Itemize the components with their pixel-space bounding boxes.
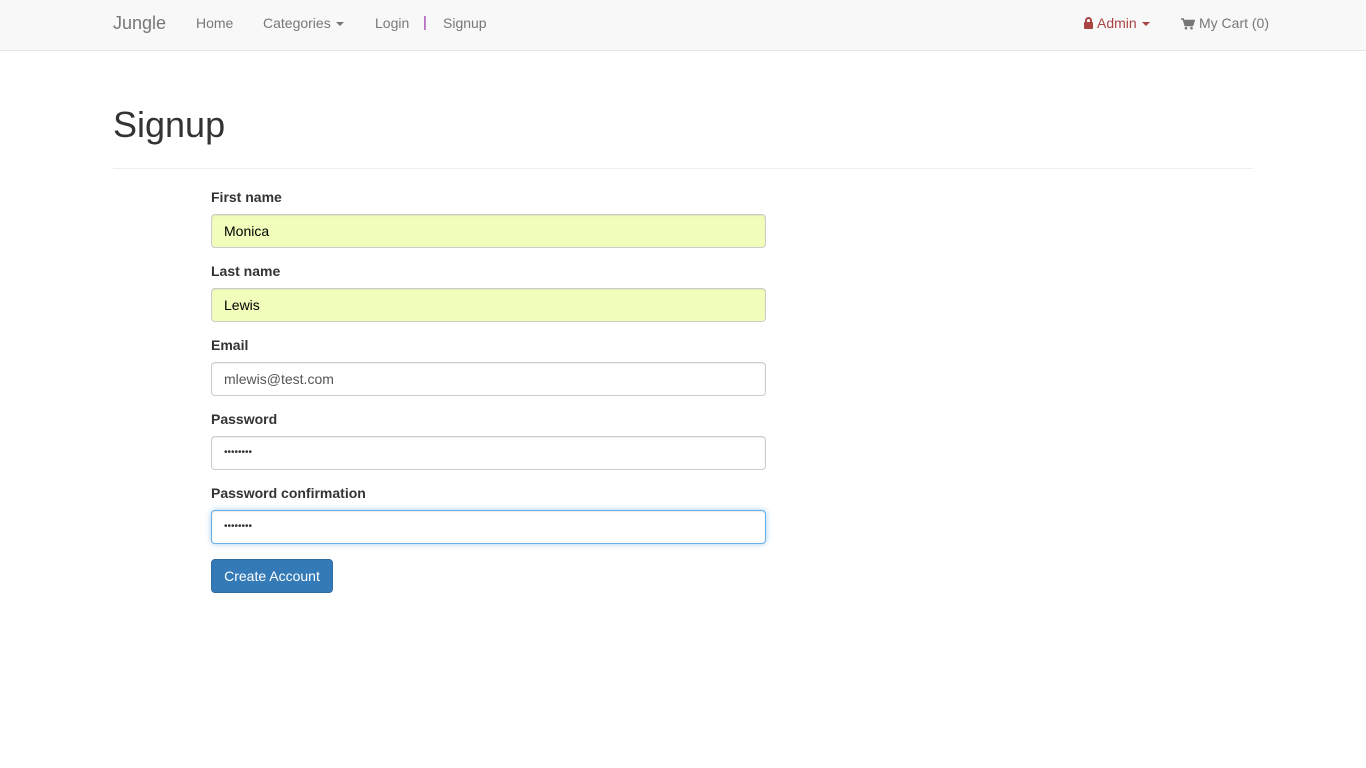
page-title: Signup: [113, 104, 226, 145]
email-input[interactable]: mlewis@test.com: [211, 362, 766, 396]
last-name-input[interactable]: Lewis: [211, 288, 766, 322]
create-account-button[interactable]: Create Account: [211, 559, 333, 593]
last-name-label: Last name: [211, 263, 281, 279]
password-input[interactable]: ••••••••: [211, 436, 766, 470]
email-label: Email: [211, 337, 249, 353]
nav-categories-label: Categories: [263, 15, 331, 31]
caret-down-icon: [335, 22, 344, 27]
nav-signup-link[interactable]: Signup: [443, 0, 487, 46]
password-label: Password: [211, 411, 278, 427]
shopping-cart-icon: [1181, 18, 1195, 30]
nav-separator: |: [423, 14, 427, 31]
nav-categories-dropdown[interactable]: Categories: [263, 0, 344, 46]
top-navbar: Jungle Home Categories Login | Signup Ad…: [0, 0, 1366, 51]
password-confirmation-label: Password confirmation: [211, 485, 366, 501]
nav-admin-dropdown[interactable]: Admin: [1084, 0, 1150, 46]
nav-home-link[interactable]: Home: [196, 0, 233, 46]
lock-icon: [1084, 17, 1093, 29]
brand-link[interactable]: Jungle: [113, 0, 166, 46]
nav-login-link[interactable]: Login: [375, 0, 409, 46]
nav-cart-label: My Cart (0): [1199, 15, 1269, 31]
title-divider: [113, 168, 1253, 169]
first-name-input[interactable]: Monica: [211, 214, 766, 248]
password-confirmation-input[interactable]: ••••••••: [211, 510, 766, 544]
caret-down-icon: [1141, 22, 1150, 27]
nav-admin-label: Admin: [1097, 15, 1137, 31]
nav-cart-link[interactable]: My Cart (0): [1181, 0, 1269, 46]
first-name-label: First name: [211, 189, 282, 205]
